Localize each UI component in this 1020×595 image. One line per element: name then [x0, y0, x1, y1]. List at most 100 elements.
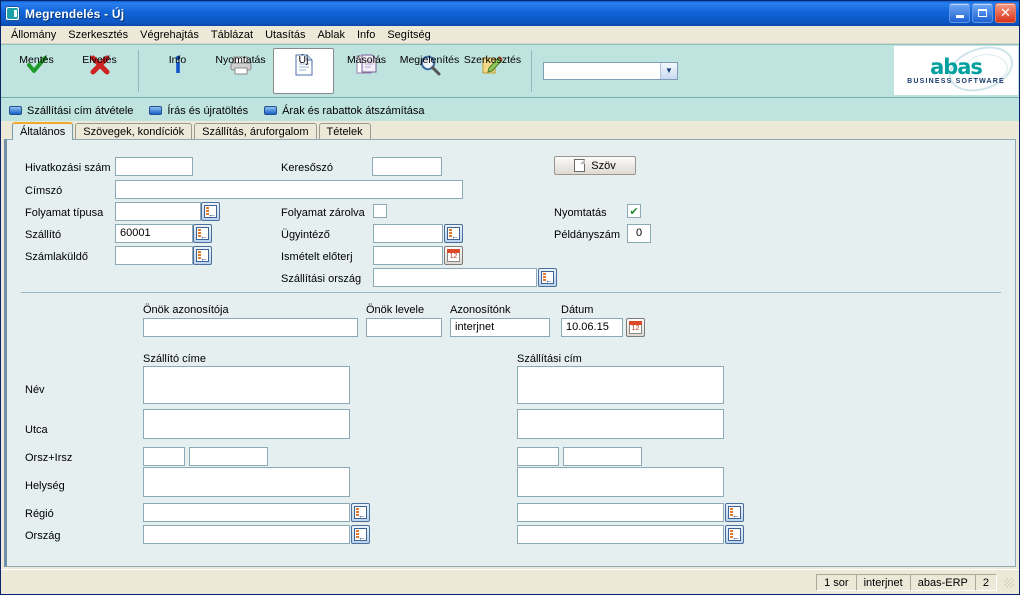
picker-szamlakuldo[interactable]	[193, 246, 212, 265]
tab-altalanos[interactable]: Általános	[12, 122, 74, 140]
input-irsz-szallito[interactable]	[189, 447, 268, 466]
tab-szallitas-aruforgalom[interactable]: Szállítás, áruforgalom	[194, 123, 317, 139]
toolbar-button-info[interactable]: Info	[147, 48, 208, 94]
toolbar-label: Mentés	[19, 54, 54, 66]
chevron-down-icon[interactable]: ▼	[660, 63, 677, 79]
toolbar-button-megjelenites[interactable]: Megjelenítés	[399, 48, 460, 94]
input-orsz-szallito[interactable]	[143, 447, 185, 466]
label-utca: Utca	[25, 424, 48, 436]
menu-item-vegrehajtas[interactable]: Végrehajtás	[134, 28, 205, 42]
toolbar-label: Szerkesztés	[463, 54, 522, 66]
application-window: Megrendelés - Új ✕ Állomány Szerkesztés …	[0, 0, 1020, 595]
label-orsz-irsz: Orsz+Irsz	[25, 452, 73, 464]
tab-szovegek-kondiciok[interactable]: Szövegek, kondíciók	[75, 123, 193, 139]
tab-tetelek[interactable]: Tételek	[318, 123, 371, 139]
label-folyamat-zarolva: Folyamat zárolva	[281, 207, 365, 219]
menu-item-tablazat[interactable]: Táblázat	[205, 28, 259, 42]
menu-item-info[interactable]: Info	[351, 28, 381, 42]
label-orszag: Ország	[25, 530, 61, 542]
input-keresoszo[interactable]	[372, 157, 442, 176]
content-area: Általános Szövegek, kondíciók Szállítás,…	[1, 121, 1019, 567]
input-datum[interactable]: 10.06.15	[561, 318, 623, 337]
toolbar-separator-2	[531, 50, 532, 92]
checkbox-folyamat-zarolva[interactable]	[373, 204, 387, 218]
input-peldanyszam[interactable]: 0	[627, 224, 651, 243]
input-szamlakuldo[interactable]	[115, 246, 193, 265]
input-ismetelt-eloterj[interactable]	[373, 246, 443, 265]
input-regio-szallitasi[interactable]	[517, 503, 724, 522]
input-helyseg-szallito[interactable]	[143, 467, 350, 497]
toolbar-dropdown[interactable]: ▼	[543, 62, 678, 80]
input-nev-szallitasi[interactable]	[517, 366, 724, 404]
toolbar-button-nyomtatas[interactable]: Nyomtatás	[210, 48, 271, 94]
input-onok-levele[interactable]	[366, 318, 442, 337]
status-bar: 1 sor interjnet abas-ERP 2	[1, 569, 1019, 594]
input-irsz-szallitasi[interactable]	[563, 447, 642, 466]
label-onok-azonositoja: Önök azonosítója	[143, 304, 229, 316]
toolbar-group-file: Mentés Elvetés	[1, 45, 135, 97]
picker-regio-szallitasi[interactable]	[725, 503, 744, 522]
picker-szallito[interactable]	[193, 224, 212, 243]
calendar-icon	[447, 249, 460, 262]
input-ugyintezo[interactable]	[373, 224, 443, 243]
input-orszag-szallitasi[interactable]	[517, 525, 724, 544]
list-picker-icon	[728, 528, 741, 542]
close-button[interactable]: ✕	[995, 3, 1016, 23]
label-cimszo: Címszó	[25, 185, 63, 197]
input-szallitasi-orszag[interactable]	[373, 268, 537, 287]
picker-szallitasi-orszag[interactable]	[538, 268, 557, 287]
picker-orszag-szallito[interactable]	[351, 525, 370, 544]
input-orszag-szallito[interactable]	[143, 525, 350, 544]
menu-bar: Állomány Szerkesztés Végrehajtás Tábláza…	[1, 26, 1019, 44]
label-helyseg: Helység	[25, 480, 65, 492]
blue-button-icon	[264, 106, 278, 115]
input-helyseg-szallitasi[interactable]	[517, 467, 724, 497]
picker-regio-szallito[interactable]	[351, 503, 370, 522]
picker-folyamat-tipusa[interactable]	[201, 202, 220, 221]
menu-item-segitseg[interactable]: Segítség	[381, 28, 436, 42]
input-hivatkozasi-szam[interactable]	[115, 157, 193, 176]
menu-item-utasitas[interactable]: Utasítás	[259, 28, 311, 42]
group-title-szallito-cime: Szállító címe	[143, 353, 206, 365]
checkbox-nyomtatas[interactable]	[627, 204, 641, 218]
toolbar-button-elvetes[interactable]: Elvetés	[69, 48, 130, 94]
picker-orszag-szallitasi[interactable]	[725, 525, 744, 544]
calendar-picker-ismetelt-eloterj[interactable]	[444, 246, 463, 265]
resize-grip-icon[interactable]	[1001, 575, 1015, 589]
list-picker-icon	[728, 506, 741, 520]
input-folyamat-tipusa[interactable]	[115, 202, 201, 221]
input-regio-szallito[interactable]	[143, 503, 350, 522]
input-onok-azonositoja[interactable]	[143, 318, 358, 337]
menu-item-allomany[interactable]: Állomány	[5, 28, 62, 42]
list-picker-icon	[354, 506, 367, 520]
document-icon	[574, 159, 586, 172]
action-iras-es-ujratoltes[interactable]: Írás és újratöltés	[149, 105, 248, 117]
input-azonositonk[interactable]: interjnet	[450, 318, 550, 337]
minimize-button[interactable]	[949, 3, 970, 23]
szov-button-label: Szöv	[591, 159, 616, 172]
input-utca-szallito[interactable]	[143, 409, 350, 439]
maximize-button[interactable]	[972, 3, 993, 23]
tab-panel-altalanos: Hivatkozási szám Keresőszó Szöv Címszó F…	[4, 139, 1016, 567]
label-onok-levele: Önök levele	[366, 304, 425, 316]
blue-button-icon	[149, 106, 163, 115]
toolbar-button-masolas[interactable]: Másolás	[336, 48, 397, 94]
input-szallito[interactable]: 60001	[115, 224, 193, 243]
calendar-picker-datum[interactable]	[626, 318, 645, 337]
toolbar-button-mentes[interactable]: Mentés	[6, 48, 67, 94]
input-nev-szallito[interactable]	[143, 366, 350, 404]
input-orsz-szallitasi[interactable]	[517, 447, 559, 466]
menu-item-ablak[interactable]: Ablak	[311, 28, 351, 42]
label-datum: Dátum	[561, 304, 594, 316]
toolbar-button-uj[interactable]: Új	[273, 48, 334, 94]
toolbar-label: Megjelenítés	[399, 54, 460, 66]
action-arak-es-rabattok[interactable]: Árak és rabattok átszámítása	[264, 105, 425, 117]
szov-button[interactable]: Szöv	[554, 156, 636, 175]
menu-item-szerkesztes[interactable]: Szerkesztés	[62, 28, 134, 42]
label-keresoszo: Keresőszó	[281, 162, 333, 174]
picker-ugyintezo[interactable]	[444, 224, 463, 243]
input-cimszo[interactable]	[115, 180, 463, 199]
toolbar-button-szerkesztes[interactable]: Szerkesztés	[462, 48, 523, 94]
input-utca-szallitasi[interactable]	[517, 409, 724, 439]
action-szallitasi-cim-atvetele[interactable]: Szállítási cím átvétele	[9, 105, 133, 117]
